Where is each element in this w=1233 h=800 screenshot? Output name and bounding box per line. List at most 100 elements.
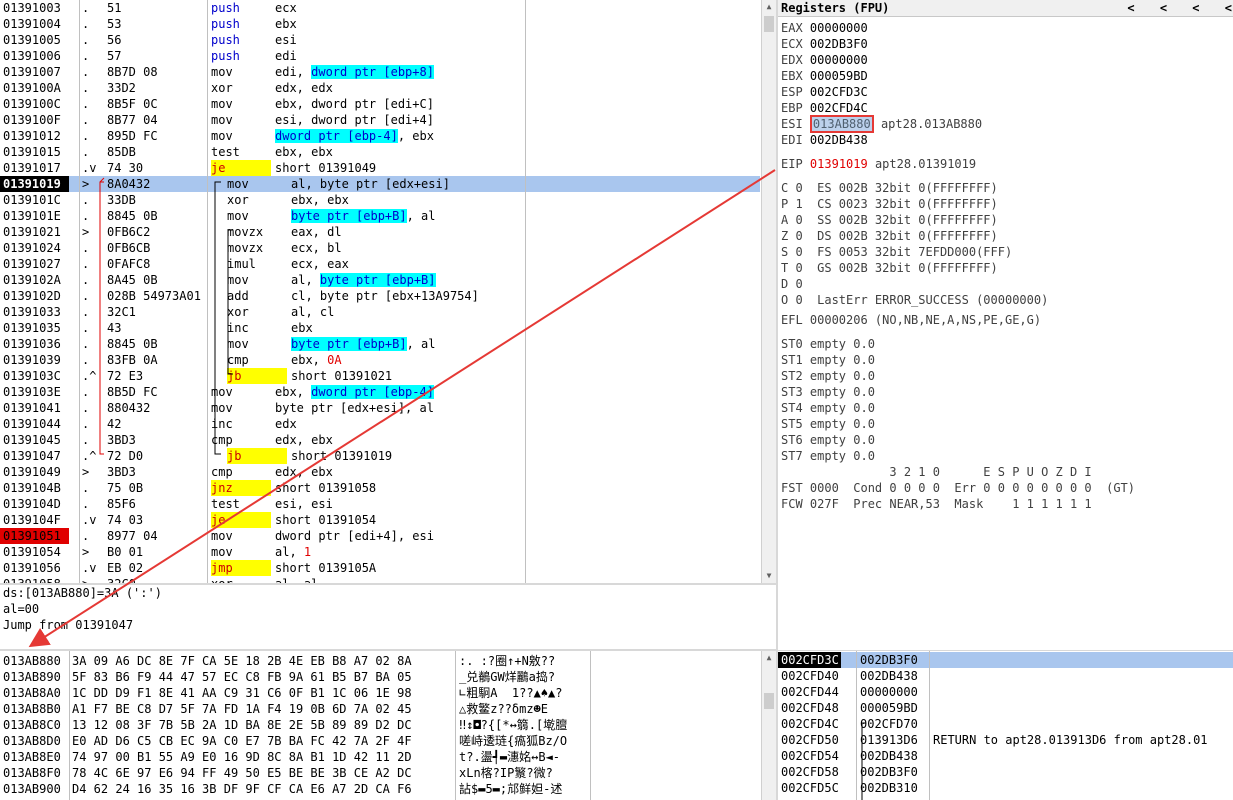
dump-hex: 1C DD D9 F1 8E 41 AA C9 31 C6 0F B1 1C 0…: [72, 686, 412, 700]
dump-row[interactable]: 013AB880 3A 09 A6 DC 8E 7F CA 5E 18 2B 4E…: [0, 653, 760, 669]
dump-row[interactable]: 013AB8F0 78 4C 6E 97 E6 94 FF 49 50 E5 BE…: [0, 765, 760, 781]
dump-ascii: 嗟峙逶琏{瘑狐Bz/O: [459, 734, 568, 748]
dump-address: 013AB8F0: [3, 766, 61, 780]
fpu-st-row: ST0 empty 0.0: [781, 337, 875, 351]
register-esi: ESI 013AB880 apt28.013AB880: [781, 115, 982, 133]
dump-row[interactable]: 013AB8E0 74 97 00 B1 55 A9 E0 16 9D 8C 8A…: [0, 749, 760, 765]
scroll-thumb[interactable]: [764, 693, 774, 709]
register-comment: apt28.01391019: [874, 157, 977, 171]
register-value[interactable]: 000059BD: [810, 69, 868, 83]
scroll-thumb[interactable]: [764, 16, 774, 32]
dump-ascii: △救鳘z??δmz☻E: [459, 702, 549, 716]
dump-address: 013AB880: [3, 654, 61, 668]
register-name: ESP: [781, 85, 803, 99]
dump-address: 013AB8D0: [3, 734, 61, 748]
fpu-fcw-row: FCW 027F Prec NEAR,53 Mask 1 1 1 1 1 1: [781, 497, 1092, 511]
scroll-up-icon[interactable]: ▲: [762, 651, 776, 665]
registers-pane[interactable]: Registers (FPU) < < < < EAX 00000000 ECX…: [778, 0, 1233, 650]
flag-row: D 0: [781, 277, 803, 291]
dump-ascii: ∟粗駉A 1??▲♠▲?: [459, 686, 563, 700]
register-name: EDI: [781, 133, 803, 147]
registers-title-bar: Registers (FPU) < < < <: [778, 0, 1233, 17]
scroll-up-icon[interactable]: ▲: [762, 0, 776, 14]
register-ebx: EBX 000059BD: [781, 68, 875, 84]
dump-ascii: 詀$▬5▬;邟鲜妲-述: [459, 782, 563, 796]
dump-address: 013AB8C0: [3, 718, 61, 732]
fpu-flags-header: 3 2 1 0 E S P U O Z D I: [781, 465, 1092, 479]
disassembly-scrollbar[interactable]: ▲ ▼: [761, 0, 776, 583]
register-edx: EDX 00000000: [781, 52, 875, 68]
register-value[interactable]: 00000000: [810, 53, 868, 67]
dump-scrollbar[interactable]: ▲: [761, 651, 776, 800]
register-esp: ESP 002CFD3C: [781, 84, 875, 100]
dump-row[interactable]: 013AB8C0 13 12 08 3F 7B 5B 2A 1D BA 8E 2E…: [0, 717, 760, 733]
left-arrow-icon[interactable]: <: [1127, 1, 1134, 15]
dump-row[interactable]: 013AB8B0 A1 F7 BE C8 D7 5F 7A FD 1A F4 19…: [0, 701, 760, 717]
info-line: ds:[013AB880]=3A (':'): [3, 586, 162, 600]
register-eip: EIP 01391019 apt28.01391019: [781, 156, 976, 172]
register-name: ECX: [781, 37, 803, 51]
register-value[interactable]: 01391019: [810, 157, 868, 171]
register-name: ESI: [781, 117, 803, 131]
register-name: EAX: [781, 21, 803, 35]
memory-dump-pane[interactable]: 013AB880 3A 09 A6 DC 8E 7F CA 5E 18 2B 4E…: [0, 651, 776, 800]
dump-ascii: xLn楁?IP瀪?微?: [459, 766, 553, 780]
dump-hex: 5F 83 B6 F9 44 47 57 EC C8 FB 9A 61 B5 B…: [72, 670, 412, 684]
left-arrow-icon[interactable]: <: [1160, 1, 1167, 15]
register-value[interactable]: 013AB880: [809, 115, 874, 133]
dump-row[interactable]: 013AB900 D4 62 24 16 35 16 3B DF 9F CF CA…: [0, 781, 760, 797]
dump-address: 013AB8E0: [3, 750, 61, 764]
info-line: Jump from 01391047: [3, 618, 134, 632]
col-divider-dump-ascii[interactable]: [590, 651, 591, 800]
register-eax: EAX 00000000: [781, 20, 875, 36]
left-arrow-icon[interactable]: <: [1192, 1, 1199, 15]
flag-row: S 0 FS 0053 32bit 7EFDD000(FFF): [781, 245, 1013, 259]
col-divider-dump-address[interactable]: [69, 651, 70, 800]
dump-ascii: _兑鶺GW烊鸝a捣?: [459, 670, 556, 684]
dump-hex: 3A 09 A6 DC 8E 7F CA 5E 18 2B 4E EB B8 A…: [72, 654, 412, 668]
dump-ascii: ‼↕◘?{[*↔篛.[墘膻: [459, 718, 568, 732]
register-name: EIP: [781, 157, 803, 171]
register-name: EBP: [781, 101, 803, 115]
dump-hex: 74 97 00 B1 55 A9 E0 16 9D 8C 8A B1 1D 4…: [72, 750, 412, 764]
register-name: EBX: [781, 69, 803, 83]
register-value[interactable]: 002DB438: [810, 133, 868, 147]
fpu-st-row: ST1 empty 0.0: [781, 353, 875, 367]
register-edi: EDI 002DB438: [781, 132, 875, 148]
dump-hex: 13 12 08 3F 7B 5B 2A 1D BA 8E 2E 5B 89 8…: [72, 718, 412, 732]
stack-pane[interactable]: 002CFD3C 002DB3F0 002CFD40 002DB438 002CFD44…: [778, 651, 1233, 800]
efl-row: EFL 00000206 (NO,NB,NE,A,NS,PE,GE,G): [781, 313, 1042, 327]
register-name: EDX: [781, 53, 803, 67]
col-divider-dump-hex[interactable]: [455, 651, 456, 800]
registers-title: Registers (FPU): [781, 1, 890, 15]
register-value[interactable]: 002DB3F0: [810, 37, 868, 51]
dump-address: 013AB8A0: [3, 686, 61, 700]
dump-address: 013AB900: [3, 782, 61, 796]
dump-address: 013AB8B0: [3, 702, 61, 716]
dump-row[interactable]: 013AB890 5F 83 B6 F9 44 47 57 EC C8 FB 9A…: [0, 669, 760, 685]
dump-ascii: :. :?圈↑+N敫??: [459, 654, 556, 668]
flag-row: Z 0 DS 002B 32bit 0(FFFFFFFF): [781, 229, 998, 243]
dump-row[interactable]: 013AB8D0 E0 AD D6 C5 CB EC 9A C0 E7 7B BA…: [0, 733, 760, 749]
scroll-down-icon[interactable]: ▼: [762, 569, 776, 583]
dump-hex: A1 F7 BE C8 D7 5F 7A FD 1A F4 19 0B 6D 7…: [72, 702, 412, 716]
jump-lines: [99, 177, 233, 455]
fpu-st-row: ST5 empty 0.0: [781, 417, 875, 431]
flag-row: T 0 GS 002B 32bit 0(FFFFFFFF): [781, 261, 998, 275]
flag-row: C 0 ES 002B 32bit 0(FFFFFFFF): [781, 181, 998, 195]
dump-row[interactable]: 013AB8A0 1C DD D9 F1 8E 41 AA C9 31 C6 0F…: [0, 685, 760, 701]
dump-hex: D4 62 24 16 35 16 3B DF 9F CF CA E6 A7 2…: [72, 782, 412, 796]
left-arrow-icon[interactable]: <: [1225, 1, 1232, 15]
dump-ascii: t?.盪┩▬潓姳↔B◄-: [459, 750, 561, 764]
disassembly-pane[interactable]: 01391003. 51 push ecx 01391004. 53 push ebx 0139…: [0, 0, 760, 583]
register-value[interactable]: 002CFD3C: [810, 85, 868, 99]
register-value[interactable]: 00000000: [810, 21, 868, 35]
fpu-st-row: ST3 empty 0.0: [781, 385, 875, 399]
fpu-st-row: ST6 empty 0.0: [781, 433, 875, 447]
info-pane: ds:[013AB880]=3A (':') al=00 Jump from 0…: [0, 585, 776, 649]
fpu-st-row: ST2 empty 0.0: [781, 369, 875, 383]
fpu-st-row: ST4 empty 0.0: [781, 401, 875, 415]
register-ecx: ECX 002DB3F0: [781, 36, 875, 52]
info-line: al=00: [3, 602, 40, 616]
register-value[interactable]: 002CFD4C: [810, 101, 868, 115]
